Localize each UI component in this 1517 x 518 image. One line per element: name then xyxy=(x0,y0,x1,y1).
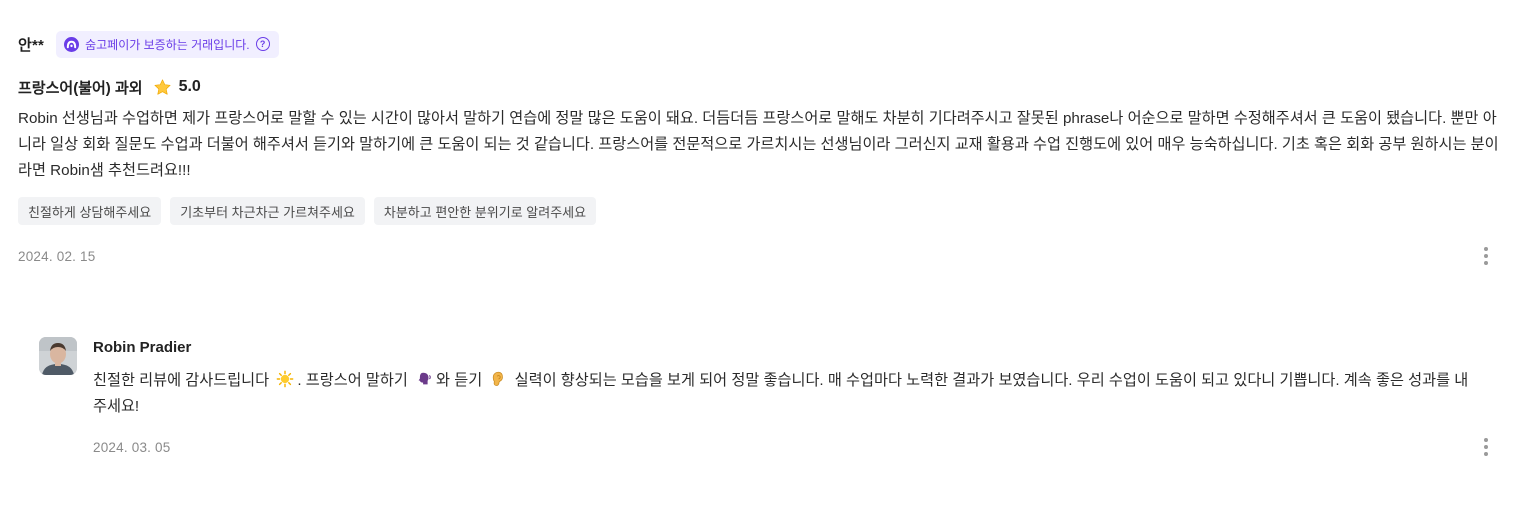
review-text: Robin 선생님과 수업하면 제가 프랑스어로 말할 수 있는 시간이 많아서… xyxy=(18,110,1499,179)
replier-name: Robin Pradier xyxy=(93,339,192,356)
service-rating-row: 프랑스어(불어) 과외 5.0 xyxy=(18,75,1500,99)
avatar xyxy=(39,337,77,375)
rating-value: 5.0 xyxy=(178,78,201,95)
review-tag: 차분하고 편안한 분위기로 알려주세요 xyxy=(373,197,597,225)
more-vertical-icon[interactable] xyxy=(1476,244,1496,268)
star-icon xyxy=(153,78,172,97)
reply-body: Robin Pradier 친절한 리뷰에 감사드립니다 . 프랑스어 말하기 xyxy=(93,337,1493,459)
reply-text: 친절한 리뷰에 감사드립니다 . 프랑스어 말하기 와 듣기 실력이 향상되는 … xyxy=(93,368,1473,420)
review-tag: 기초부터 차근차근 가르쳐주세요 xyxy=(170,197,365,225)
reply-text-part: 와 듣기 xyxy=(436,372,483,389)
reviewer-name: 안** xyxy=(18,36,45,54)
speaking-head-emoji-icon xyxy=(415,370,433,388)
review-header: 안** 숨고페이가 보증하는 거래입니다. ? xyxy=(18,30,1500,58)
service-name: 프랑스어(불어) 과외 xyxy=(18,79,143,97)
question-circle-icon[interactable]: ? xyxy=(255,37,270,51)
reply-meta: 2024. 03. 05 xyxy=(93,435,1500,459)
review-card: 안** 숨고페이가 보증하는 거래입니다. ? 프랑스어(불어) 과외 5.0 … xyxy=(18,30,1500,268)
reply-date: 2024. 03. 05 xyxy=(93,439,171,455)
badge-label: 숨고페이가 보증하는 거래입니다. xyxy=(85,37,250,52)
sun-emoji-icon xyxy=(276,370,294,388)
review-tags: 친절하게 상담해주세요 기초부터 차근차근 가르쳐주세요 차분하고 편안한 분위… xyxy=(18,197,1500,225)
review-meta: 2024. 02. 15 xyxy=(18,244,1500,268)
review-date: 2024. 02. 15 xyxy=(18,248,96,264)
ear-emoji-icon xyxy=(489,370,507,388)
reply-text-part: . 프랑스어 말하기 xyxy=(297,372,408,389)
more-vertical-icon[interactable] xyxy=(1476,435,1496,459)
payment-guarantee-badge[interactable]: 숨고페이가 보증하는 거래입니다. ? xyxy=(56,30,279,58)
review-tag: 친절하게 상담해주세요 xyxy=(18,197,162,225)
soomgo-pay-logo-icon xyxy=(64,36,80,52)
reply-text-part: 친절한 리뷰에 감사드립니다 xyxy=(93,372,270,389)
